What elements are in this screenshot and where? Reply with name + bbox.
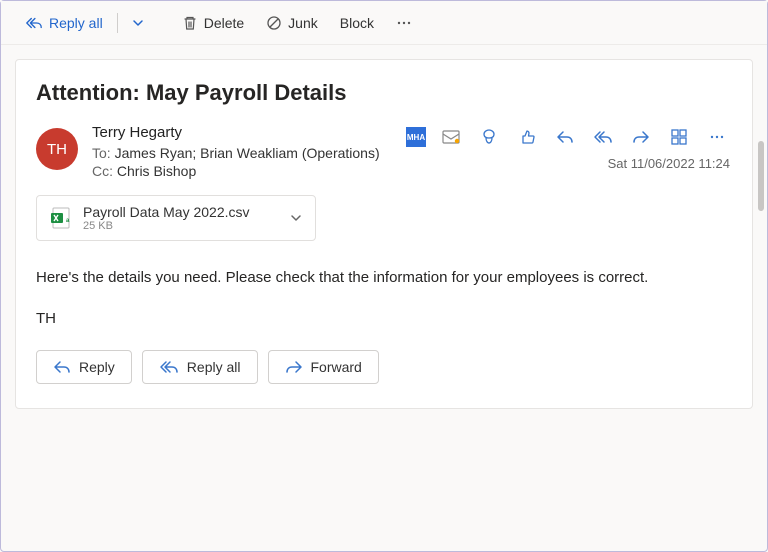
reply-icon — [556, 130, 574, 144]
org-badge[interactable]: MHA — [406, 127, 426, 147]
trash-icon — [182, 15, 198, 31]
block-button[interactable]: Block — [330, 9, 384, 37]
junk-label: Junk — [288, 15, 318, 31]
reply-all-dropdown[interactable] — [122, 11, 154, 35]
reply-all-button-icon[interactable] — [590, 124, 616, 150]
block-label: Block — [340, 15, 374, 31]
email-card: Attention: May Payroll Details TH Terry … — [15, 59, 753, 409]
forward-icon — [632, 130, 650, 144]
reply-all-button[interactable]: Reply all — [15, 9, 113, 37]
ellipsis-icon — [396, 15, 412, 31]
attachment-text: Payroll Data May 2022.csv 25 KB — [83, 204, 279, 232]
more-button[interactable] — [386, 9, 422, 37]
forward-button-icon[interactable] — [628, 124, 654, 150]
translate-button[interactable] — [476, 124, 502, 150]
attachment-name: Payroll Data May 2022.csv — [83, 204, 279, 220]
cc-names: Chris Bishop — [117, 163, 196, 179]
reply-all-icon — [25, 15, 43, 31]
delete-button[interactable]: Delete — [172, 9, 254, 37]
forward-icon — [285, 360, 303, 374]
email-header: TH Terry Hegarty To: James Ryan; Brian W… — [36, 124, 732, 181]
more-actions-button[interactable] — [704, 124, 730, 150]
reply-all-icon — [593, 130, 613, 144]
cc-label: Cc: — [92, 163, 113, 179]
delete-label: Delete — [204, 15, 244, 31]
junk-button[interactable]: Junk — [256, 9, 328, 37]
like-button[interactable] — [514, 124, 540, 150]
excel-file-icon: a — [49, 206, 73, 230]
to-names: James Ryan; Brian Weakliam (Operations) — [115, 145, 380, 161]
forward-button[interactable]: Forward — [268, 350, 379, 384]
reply-all-button-bottom[interactable]: Reply all — [142, 350, 258, 384]
reply-buttons: Reply Reply all Forward — [36, 350, 732, 384]
body-line-1: Here's the details you need. Please chec… — [36, 267, 732, 290]
main-toolbar: Reply all Delete Junk Block — [1, 1, 767, 45]
thumbs-up-icon — [519, 129, 535, 145]
reply-button[interactable]: Reply — [36, 350, 132, 384]
envelope-icon — [442, 130, 460, 144]
chevron-down-icon[interactable] — [289, 211, 303, 225]
body-signature: TH — [36, 308, 732, 331]
message-actions: MHA — [406, 124, 730, 150]
reply-label: Reply — [79, 359, 115, 375]
reply-all-label: Reply all — [49, 15, 103, 31]
shield-icon — [480, 128, 498, 146]
avatar[interactable]: TH — [36, 128, 78, 170]
apps-button[interactable] — [666, 124, 692, 150]
reply-icon — [53, 360, 71, 374]
timestamp: Sat 11/06/2022 11:24 — [608, 156, 730, 171]
to-label: To: — [92, 145, 111, 161]
email-subject: Attention: May Payroll Details — [36, 80, 732, 106]
reply-all-label: Reply all — [187, 359, 241, 375]
scrollbar-thumb[interactable] — [758, 141, 764, 211]
toggle-read-button[interactable] — [438, 124, 464, 150]
forward-label: Forward — [311, 359, 362, 375]
reply-button-icon[interactable] — [552, 124, 578, 150]
attachment-size: 25 KB — [83, 220, 279, 232]
apps-icon — [671, 129, 687, 145]
block-circle-icon — [266, 15, 282, 31]
ellipsis-icon — [709, 129, 725, 145]
chevron-down-icon — [132, 17, 144, 29]
email-body: Here's the details you need. Please chec… — [36, 267, 732, 330]
toolbar-separator — [117, 13, 118, 33]
reply-all-icon — [159, 360, 179, 374]
attachment[interactable]: a Payroll Data May 2022.csv 25 KB — [36, 195, 316, 241]
